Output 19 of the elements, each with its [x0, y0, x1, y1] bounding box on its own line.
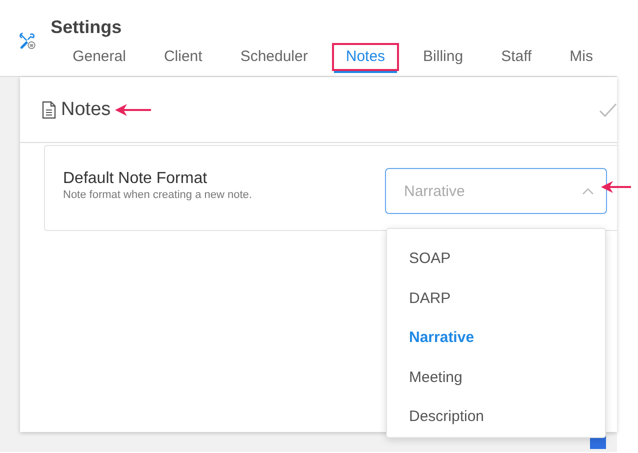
- tab[interactable]: Scheduler: [226, 43, 322, 71]
- check-icon[interactable]: [599, 102, 617, 116]
- chevron-icon: [582, 187, 594, 195]
- tab[interactable]: Client: [150, 43, 216, 71]
- tab[interactable]: Notes: [332, 43, 400, 71]
- section-title: Notes: [61, 98, 111, 120]
- dropdown-option[interactable]: SOAP: [387, 239, 605, 278]
- tab[interactable]: Staff: [487, 43, 546, 71]
- setting-description: Note format when creating a new note.: [63, 189, 253, 201]
- dropdown-option[interactable]: Narrative: [387, 318, 605, 358]
- tab[interactable]: Mis: [556, 43, 607, 71]
- tab[interactable]: General: [58, 43, 140, 71]
- dropdown-option[interactable]: Meeting: [387, 358, 605, 397]
- dropdown-option[interactable]: DARP: [387, 278, 605, 318]
- document-icon: [42, 100, 56, 118]
- page-title: Settings: [50, 17, 123, 38]
- dropdown-option[interactable]: Description: [387, 397, 605, 436]
- tab[interactable]: Billing: [409, 43, 478, 71]
- setting-label: Default Note Format: [63, 170, 208, 188]
